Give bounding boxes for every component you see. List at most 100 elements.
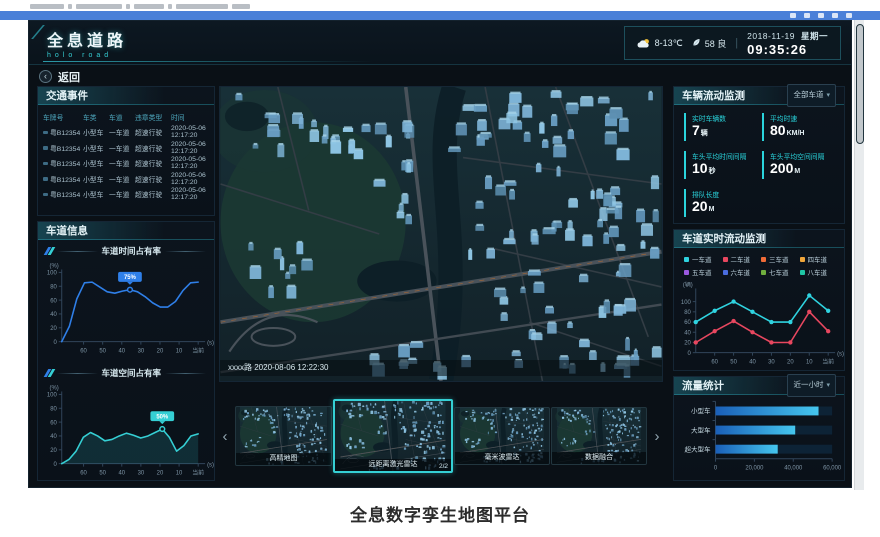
window-controls[interactable]: [790, 13, 852, 18]
lane-info-title: 车道信息: [38, 222, 214, 240]
table-header-cell: 违章类型: [135, 112, 171, 122]
volume-panel: 流量统计 近一小时▾ 小型车大型车超大型车020,00040,00060,000: [673, 376, 845, 481]
app-title: 全息道路: [47, 27, 127, 51]
time-range-dropdown[interactable]: 近一小时▾: [787, 374, 836, 397]
svg-text:(%): (%): [50, 385, 59, 391]
svg-text:60: 60: [80, 349, 87, 355]
svg-text:20: 20: [787, 360, 794, 366]
table-header-row: 车牌号车类车道违章类型时间: [43, 109, 209, 125]
leaf-icon: [692, 38, 701, 48]
vehicle-flow-panel: 车辆流动监测 全部车道▾ 实时车辆数7辆平均时速80KM/H车头平均时间间隔10…: [673, 86, 845, 224]
legend-item[interactable]: 二车道: [723, 254, 760, 264]
app-logo: 全息道路 holo road: [47, 27, 127, 59]
layer-thumbnail[interactable]: 毫米波雷达: [454, 407, 550, 465]
dashboard-header: 全息道路 holo road 8-13℃ 58 良 | 2018-: [29, 21, 851, 65]
svg-text:当前: 当前: [192, 469, 204, 477]
table-cell: 超速行驶: [135, 127, 171, 137]
prev-arrow-icon[interactable]: ‹: [219, 428, 231, 445]
table-cell: 小型车: [83, 174, 109, 184]
svg-text:50: 50: [99, 349, 106, 355]
table-row[interactable]: 粤B12354小型车一车道超速行驶2020-05-06 12:17:20: [43, 156, 209, 172]
lane-filter-dropdown[interactable]: 全部车道▾: [787, 84, 836, 107]
svg-text:20: 20: [50, 448, 57, 454]
table-cell: 粤B12354: [43, 189, 83, 199]
double-slash-icon: [44, 369, 55, 377]
space-occupancy-chart[interactable]: 020406080100(%)(s)605040302010当前50%: [38, 380, 214, 484]
browser-tab-text: [30, 4, 250, 10]
lane-flow-chart[interactable]: 020406080100(辆)(s)605040302010当前: [674, 279, 844, 371]
table-cell: 超速行驶: [135, 158, 171, 168]
stat-value: 20M: [692, 199, 756, 217]
city-map-graphic: [220, 87, 662, 381]
main-3d-map[interactable]: xxxx路 2020-08-06 12:22:30: [219, 86, 663, 382]
svg-text:50: 50: [99, 471, 106, 477]
car-icon: [43, 177, 48, 181]
svg-text:20: 20: [50, 326, 57, 332]
vehicle-flow-stats: 实时车辆数7辆平均时速80KM/H车头平均时间间隔10秒车头平均空间间隔200M…: [674, 105, 844, 226]
svg-text:10: 10: [176, 349, 183, 355]
back-button[interactable]: ‹ 返回: [39, 68, 80, 85]
legend-swatch: [684, 270, 689, 275]
stat-unit: M: [709, 206, 715, 213]
table-row[interactable]: 粤B12354小型车一车道超速行驶2020-05-06 12:17:20: [43, 125, 209, 141]
table-header-cell: 车牌号: [43, 112, 83, 122]
legend-swatch: [800, 257, 805, 262]
svg-text:40: 40: [684, 330, 691, 336]
svg-text:0: 0: [53, 340, 57, 346]
stat-unit: 秒: [709, 168, 716, 175]
page-scrollbar[interactable]: [854, 20, 864, 490]
table-cell: 2020-05-06 12:17:20: [171, 125, 209, 139]
svg-text:75%: 75%: [124, 275, 137, 281]
table-cell: 粤B12354: [43, 143, 83, 153]
layer-thumbnail[interactable]: 远距离激光雷达2/2: [333, 399, 453, 473]
svg-text:60: 60: [684, 320, 691, 326]
layer-thumbnail[interactable]: 数据融合: [551, 407, 647, 465]
legend-item[interactable]: 八车道: [800, 267, 837, 277]
table-cell: 粤B12354: [43, 158, 83, 168]
temperature-text: 8-13℃: [655, 38, 683, 49]
svg-text:0: 0: [53, 462, 57, 468]
legend-item[interactable]: 四车道: [800, 254, 837, 264]
svg-text:(s): (s): [207, 341, 214, 347]
legend-item[interactable]: 六车道: [723, 267, 760, 277]
weather-item: 8-13℃: [637, 38, 683, 49]
legend-swatch: [761, 270, 766, 275]
layer-thumbnail[interactable]: 高精地图: [235, 406, 332, 466]
stat-value: 7辆: [692, 123, 756, 141]
legend-item[interactable]: 三车道: [761, 254, 798, 264]
table-row[interactable]: 粤B12354小型车一车道超速行驶2020-05-06 12:17:20: [43, 171, 209, 187]
caret-down-icon: ▾: [826, 92, 830, 99]
time-occupancy-chart[interactable]: 020406080100(%)(s)605040302010当前75%: [38, 258, 214, 362]
space-occupancy-subtitle: 车道空间占有率: [38, 362, 214, 380]
stat-unit: 辆: [701, 130, 708, 137]
volume-bar-chart: 小型车大型车超大型车020,00040,00060,000: [674, 395, 844, 477]
svg-text:60: 60: [80, 471, 87, 477]
stat-block: 排队长度20M: [684, 189, 756, 217]
table-cell: 2020-05-06 12:17:20: [171, 141, 209, 155]
double-slash-icon: [44, 247, 55, 255]
svg-text:当前: 当前: [822, 358, 834, 366]
svg-text:40: 40: [749, 360, 756, 366]
svg-text:60: 60: [711, 360, 718, 366]
legend-swatch: [800, 270, 805, 275]
vehicle-flow-title: 车辆流动监测 全部车道▾: [674, 87, 844, 105]
table-row[interactable]: 粤B12354小型车一车道超速行驶2020-05-06 12:17:20: [43, 187, 209, 203]
table-row[interactable]: 粤B12354小型车一车道超速行驶2020-05-06 12:17:20: [43, 140, 209, 156]
svg-text:50%: 50%: [156, 414, 169, 420]
legend-swatch: [723, 270, 728, 275]
svg-text:80: 80: [684, 310, 691, 316]
table-cell: 粤B12354: [43, 127, 83, 137]
svg-text:0: 0: [714, 466, 718, 472]
lane-flow-legend: 一车道二车道三车道四车道五车道六车道七车道八车道: [674, 248, 844, 279]
weekday-text: 星期一: [801, 31, 828, 41]
legend-item[interactable]: 一车道: [684, 254, 721, 264]
thumbnail-label: 数据融合: [552, 452, 646, 464]
table-cell: 一车道: [109, 143, 135, 153]
legend-item[interactable]: 五车道: [684, 267, 721, 277]
svg-text:10: 10: [806, 360, 813, 366]
legend-item[interactable]: 七车道: [761, 267, 798, 277]
next-arrow-icon[interactable]: ›: [651, 428, 663, 445]
thumbnail-page-badge: 2/2: [439, 463, 448, 470]
svg-text:80: 80: [50, 284, 57, 290]
stat-block: 平均时速80KM/H: [762, 113, 834, 141]
